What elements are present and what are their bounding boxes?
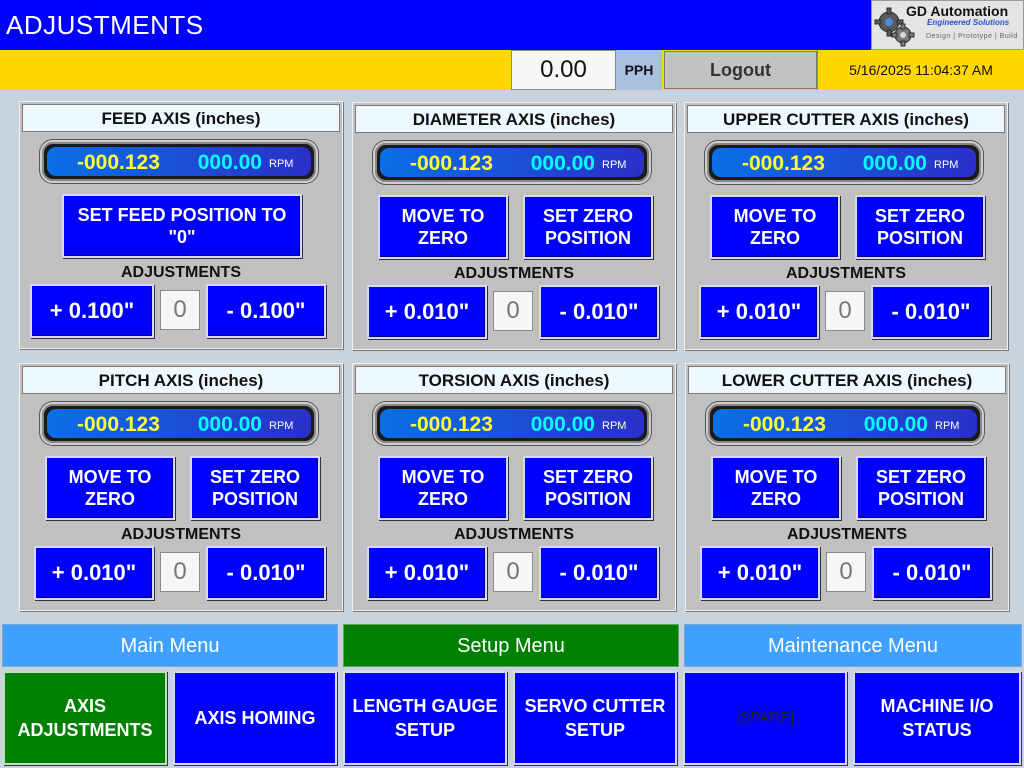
adjustment-counter: 0	[825, 291, 865, 331]
increment-minus-button[interactable]: - 0.010"	[872, 546, 992, 600]
adjustment-counter: 0	[826, 552, 866, 592]
set-zero-position-button[interactable]: SET ZERO POSITION	[855, 195, 985, 259]
page-title: ADJUSTMENTS	[6, 10, 204, 40]
pph-unit: PPH	[616, 50, 662, 90]
set-zero-position-button[interactable]: SET ZERO POSITION	[523, 456, 653, 520]
axis-panel-pitch: PITCH AXIS (inches) -000.123 0000.00 RPM…	[19, 363, 343, 611]
adjustment-counter: 0	[493, 552, 533, 592]
axis-readout: -000.123 0000.00 RPM	[373, 402, 651, 445]
speed-readout: 0000.00	[530, 152, 595, 175]
length-gauge-setup-nav-button[interactable]: LENGTH GAUGE SETUP	[343, 671, 507, 765]
increment-minus-button[interactable]: - 0.010"	[539, 285, 659, 339]
move-to-zero-button[interactable]: MOVE TO ZERO	[711, 456, 841, 520]
increment-minus-button[interactable]: - 0.010"	[206, 546, 326, 600]
axis-readout: -000.123 0000.00 RPM	[40, 402, 318, 445]
speed-readout: 0000.00	[863, 413, 928, 436]
pph-value: 0.00	[511, 50, 616, 90]
logout-button[interactable]: Logout	[664, 51, 817, 89]
speed-readout: 0000.00	[197, 151, 262, 174]
increment-plus-button[interactable]: + 0.010"	[367, 546, 487, 600]
increment-minus-button[interactable]: - 0.010"	[539, 546, 659, 600]
move-to-zero-button[interactable]: MOVE TO ZERO	[45, 456, 175, 520]
set-zero-position-button[interactable]: SET ZERO POSITION	[523, 195, 653, 259]
speed-unit: RPM	[602, 420, 627, 432]
axis-readout: -000.123 0000.00 RPM	[40, 140, 318, 183]
date-time: 5/16/2025 11:04:37 AM	[817, 50, 1024, 90]
machine-io-status-nav-button[interactable]: MACHINE I/O STATUS	[853, 671, 1021, 765]
move-to-zero-button[interactable]: MOVE TO ZERO	[378, 456, 508, 520]
axis-adjustments-nav-button[interactable]: AXIS ADJUSTMENTS	[3, 671, 167, 765]
move-to-zero-button[interactable]: MOVE TO ZERO	[378, 195, 508, 259]
adjustment-counter: 0	[493, 291, 533, 331]
adjustment-counter: 0	[160, 552, 200, 592]
main-menu-tab[interactable]: Main Menu	[2, 624, 338, 667]
panel-title: PITCH AXIS (inches)	[22, 366, 340, 394]
title-bar: ADJUSTMENTS GD Automation Engineered Sol…	[0, 0, 1024, 50]
adjustments-label: ADJUSTMENTS	[453, 526, 574, 543]
adjustments-label: ADJUSTMENTS	[453, 265, 574, 282]
increment-plus-button[interactable]: + 0.010"	[367, 285, 487, 339]
axis-panel-lower-cutter: LOWER CUTTER AXIS (inches) -000.123 0000…	[685, 363, 1009, 611]
speed-unit: RPM	[602, 159, 627, 171]
status-bar: 0.00 PPH Logout 5/16/2025 11:04:37 AM	[0, 50, 1024, 90]
axis-panel-diameter: DIAMETER AXIS (inches) -000.123 0000.00 …	[352, 102, 676, 350]
maintenance-menu-tab[interactable]: Maintenance Menu	[684, 624, 1022, 667]
adjustments-label: ADJUSTMENTS	[785, 265, 906, 282]
panel-title: LOWER CUTTER AXIS (inches)	[688, 366, 1006, 394]
position-readout: -000.123	[410, 152, 493, 175]
increment-plus-button[interactable]: + 0.010"	[700, 546, 820, 600]
speed-readout: 0000.00	[862, 152, 927, 175]
set-zero-position-button[interactable]: SET ZERO POSITION	[190, 456, 320, 520]
set-zero-position-button[interactable]: SET ZERO POSITION	[856, 456, 986, 520]
position-readout: -000.123	[410, 413, 493, 436]
logo-subtitle: Engineered Solutions	[927, 18, 1010, 27]
servo-cutter-setup-nav-button[interactable]: SERVO CUTTER SETUP	[513, 671, 677, 765]
spare-nav-button[interactable]: [SPARE]	[683, 671, 847, 765]
increment-minus-button[interactable]: - 0.100"	[206, 284, 326, 338]
adjustments-label: ADJUSTMENTS	[120, 526, 241, 543]
panel-title: DIAMETER AXIS (inches)	[355, 105, 673, 133]
speed-readout: 0000.00	[197, 413, 262, 436]
setup-menu-tab[interactable]: Setup Menu	[343, 624, 679, 667]
axis-homing-nav-button[interactable]: AXIS HOMING	[173, 671, 337, 765]
panel-title: FEED AXIS (inches)	[22, 104, 340, 132]
move-to-zero-button[interactable]: MOVE TO ZERO	[710, 195, 840, 259]
position-readout: -000.123	[77, 413, 160, 436]
axis-panel-feed: FEED AXIS (inches) -000.123 0000.00 RPM …	[19, 101, 343, 349]
logo-name: GD Automation	[906, 3, 1009, 19]
axis-panel-upper-cutter: UPPER CUTTER AXIS (inches) -000.123 0000…	[684, 102, 1008, 350]
increment-plus-button[interactable]: + 0.010"	[699, 285, 819, 339]
adjustments-label: ADJUSTMENTS	[786, 526, 907, 543]
axis-readout: -000.123 0000.00 RPM	[705, 141, 983, 184]
speed-unit: RPM	[269, 158, 294, 170]
speed-unit: RPM	[934, 159, 959, 171]
logo-tagline: Design | Prototype | Build	[926, 33, 1018, 40]
speed-readout: 0000.00	[530, 413, 595, 436]
position-readout: -000.123	[743, 413, 826, 436]
set-feed-position-zero-button[interactable]: SET FEED POSITION TO "0"	[62, 194, 302, 258]
panel-title: TORSION AXIS (inches)	[355, 366, 673, 394]
axis-readout: -000.123 0000.00 RPM	[373, 141, 651, 184]
speed-unit: RPM	[935, 420, 960, 432]
speed-unit: RPM	[269, 420, 294, 432]
adjustments-label: ADJUSTMENTS	[120, 264, 241, 281]
axis-readout: -000.123 0000.00 RPM	[706, 402, 984, 445]
panel-title: UPPER CUTTER AXIS (inches)	[687, 105, 1005, 133]
position-readout: -000.123	[77, 151, 160, 174]
adjustment-counter: 0	[160, 290, 200, 330]
increment-minus-button[interactable]: - 0.010"	[871, 285, 991, 339]
hmi-screen: ADJUSTMENTS GD Automation Engineered Sol…	[0, 0, 1024, 768]
company-logo: GD Automation Engineered Solutions Desig…	[871, 0, 1024, 50]
axis-panel-torsion: TORSION AXIS (inches) -000.123 0000.00 R…	[352, 363, 676, 611]
increment-plus-button[interactable]: + 0.100"	[30, 284, 154, 338]
position-readout: -000.123	[742, 152, 825, 175]
increment-plus-button[interactable]: + 0.010"	[34, 546, 154, 600]
